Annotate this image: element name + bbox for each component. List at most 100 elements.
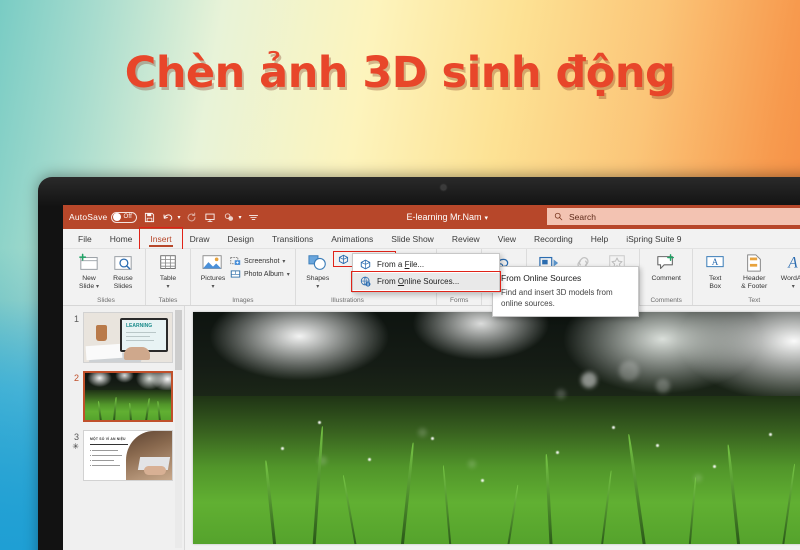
ribbon-tabs: File Home Insert Draw Design Transitions… — [63, 226, 800, 251]
tab-insert[interactable]: Insert — [139, 226, 183, 251]
pictures-icon — [201, 253, 225, 273]
arm-shape — [144, 466, 166, 475]
list-item[interactable]: 1 LEARNING — [63, 312, 184, 363]
tab-transitions[interactable]: Transitions — [263, 229, 322, 249]
document-title-caret[interactable]: ▾ — [485, 215, 489, 222]
touch-mode-icon[interactable] — [223, 212, 235, 223]
reuse-slides-button[interactable]: Reuse Slides — [106, 251, 140, 291]
slide-thumbnail-3[interactable]: MỘT SỐ VÍ AN NIỆU — [83, 430, 173, 481]
tab-view[interactable]: View — [489, 229, 525, 249]
bokeh-dot — [618, 360, 639, 381]
shapes-button[interactable]: Shapes ▾ — [301, 251, 335, 291]
new-slide-icon — [78, 253, 100, 273]
tab-recording[interactable]: Recording — [525, 229, 582, 249]
slide-3-heading: MỘT SỐ VÍ AN NIỆU — [90, 437, 126, 441]
undo-dropdown-caret[interactable]: ▾ — [177, 214, 180, 221]
ribbon-group-label-text: Text — [748, 297, 761, 304]
ribbon-group-label-comments: Comments — [650, 297, 682, 304]
ribbon-group-images: Pictures ▾ Screenshot ▾ Photo Album ▾ Im… — [191, 249, 296, 305]
tab-draw[interactable]: Draw — [181, 229, 219, 249]
slide-3-rule — [90, 444, 128, 446]
new-slide-label: New Slide ▾ — [78, 275, 100, 290]
tablet-line — [126, 332, 156, 333]
wordart-button[interactable]: A WordArt▾ — [776, 251, 800, 291]
thumbnail-pane-scrollbar[interactable] — [175, 310, 182, 548]
list-item[interactable]: 3 ✳ MỘT SỐ VÍ AN NIỆU — [63, 430, 184, 481]
autosave-toggle[interactable]: Off — [111, 211, 138, 223]
menu-item-label: From Online Sources... — [377, 277, 460, 286]
photo-album-label: Photo Album — [244, 270, 284, 278]
ribbon-group-text: A Text Box Header & Footer A WordA ▾ Tex… — [693, 249, 800, 305]
tab-animations[interactable]: Animations — [322, 229, 382, 249]
slide-canvas[interactable] — [193, 312, 800, 544]
tab-slide-show[interactable]: Slide Show — [382, 229, 443, 249]
svg-text:A: A — [787, 255, 798, 272]
3d-models-dropdown-menu[interactable]: From a File... From Online Sources... — [351, 253, 501, 293]
laptop-screen-glare — [38, 177, 800, 207]
menu-item-from-online-sources[interactable]: From Online Sources... — [351, 271, 501, 292]
page-title: Chèn ảnh 3D sinh động — [124, 48, 676, 98]
tooltip-title: From Online Sources — [501, 273, 582, 283]
reuse-slides-label: Reuse Slides — [113, 275, 133, 290]
animation-star-icon: ✳ — [72, 442, 79, 451]
screenshot-icon — [230, 256, 241, 266]
tab-ispring-suite[interactable]: iSpring Suite 9 — [617, 229, 690, 249]
ribbon-group-tables: Table ▾ Tables — [146, 249, 191, 305]
save-icon[interactable] — [144, 212, 155, 223]
3d-online-icon — [360, 276, 371, 287]
thumbnail-number: 1 — [73, 314, 79, 324]
photo-album-button[interactable]: Photo Album ▾ — [230, 269, 290, 279]
undo-icon[interactable] — [162, 212, 174, 223]
thumbnail-number: 3 ✳ — [67, 430, 83, 452]
screenshot-button[interactable]: Screenshot ▾ — [230, 256, 290, 266]
customize-quick-access-icon[interactable] — [248, 213, 259, 222]
slides-thumbnail-pane[interactable]: 1 LEARNING 2 3 ✳ MỘT SỐ VÍ AN NIỆU — [63, 306, 185, 550]
start-presentation-icon[interactable] — [204, 212, 216, 223]
photo-album-icon — [230, 269, 241, 279]
dew-drop — [712, 465, 716, 469]
3d-models-icon — [338, 254, 349, 264]
slide-thumbnail-2[interactable] — [83, 371, 173, 422]
comment-icon — [654, 253, 678, 273]
slide-1-artwork: LEARNING — [84, 313, 172, 362]
dew-drop — [768, 432, 772, 436]
tablet-line — [126, 340, 154, 341]
photo-album-caret[interactable]: ▾ — [287, 271, 290, 278]
text-box-button[interactable]: A Text Box — [698, 251, 732, 291]
svg-text:A: A — [712, 257, 719, 267]
ribbon-group-label-tables: Tables — [158, 297, 178, 304]
tab-home[interactable]: Home — [101, 229, 142, 249]
search-icon — [554, 212, 563, 221]
tab-help[interactable]: Help — [582, 229, 617, 249]
powerpoint-window: AutoSave Off ▾ ▾ E-learning Mr.Nam ▾ Sea… — [63, 205, 800, 550]
screenshot-caret[interactable]: ▾ — [282, 258, 285, 265]
header-footer-button[interactable]: Header & Footer — [732, 251, 776, 291]
autosave-label: AutoSave — [69, 212, 108, 222]
new-slide-button[interactable]: New Slide ▾ — [72, 251, 106, 291]
document-title: E-learning Mr.Nam ▾ — [406, 212, 489, 222]
tab-review[interactable]: Review — [443, 229, 489, 249]
dew-drop — [480, 479, 484, 483]
tooltip-body: Find and insert 3D models from online so… — [501, 288, 613, 308]
wordart-icon: A — [781, 253, 800, 273]
slide-editing-pane[interactable] — [185, 306, 800, 550]
comment-button[interactable]: Comment — [645, 251, 687, 283]
menu-item-from-a-file[interactable]: From a File... — [353, 256, 499, 273]
touch-mode-caret[interactable]: ▾ — [238, 214, 241, 221]
table-button[interactable]: Table ▾ — [151, 251, 185, 291]
bullet-line — [92, 450, 118, 451]
pictures-button[interactable]: Pictures ▾ — [196, 251, 230, 291]
list-item[interactable]: 2 — [63, 371, 184, 422]
main-slide-grass-artwork — [193, 312, 800, 544]
tablet-line — [126, 336, 150, 337]
text-box-icon: A — [703, 253, 727, 273]
tablet-screen: LEARNING — [122, 320, 166, 350]
search-input[interactable]: Search — [547, 208, 800, 225]
tab-design[interactable]: Design — [219, 229, 263, 249]
scrollbar-thumb[interactable] — [175, 310, 182, 370]
slide-thumbnail-1[interactable]: LEARNING — [83, 312, 173, 363]
header-footer-label: Header & Footer — [741, 275, 768, 290]
tooltip: From Online Sources Find and insert 3D m… — [492, 266, 639, 317]
laptop-frame: AutoSave Off ▾ ▾ E-learning Mr.Nam ▾ Sea… — [38, 177, 800, 550]
tab-file[interactable]: File — [69, 229, 101, 249]
